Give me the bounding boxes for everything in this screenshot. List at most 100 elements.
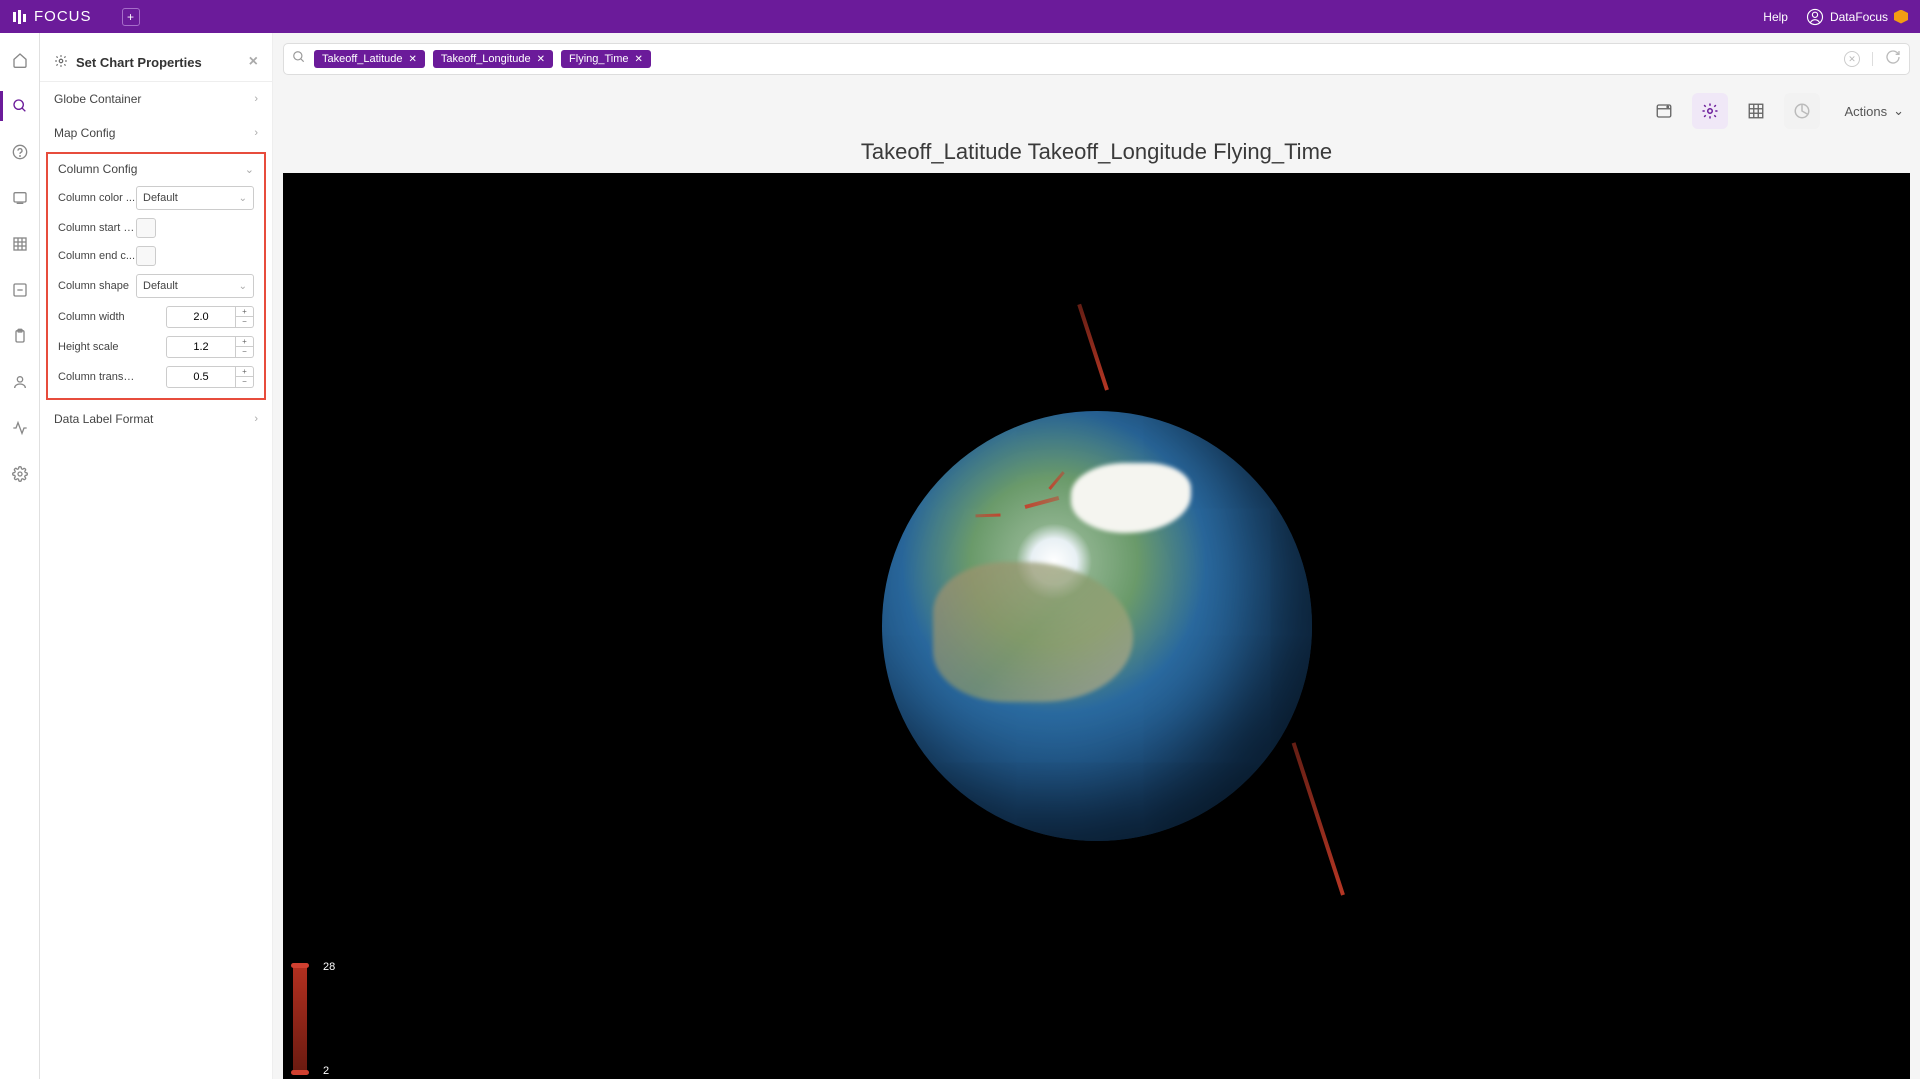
- column-shape-select[interactable]: Default ⌄: [136, 274, 254, 298]
- tool-grid[interactable]: [1738, 93, 1774, 129]
- premium-badge-icon: [1894, 10, 1908, 24]
- section-label: Globe Container: [54, 92, 141, 106]
- data-column: [1291, 742, 1344, 895]
- tool-properties[interactable]: [1692, 93, 1728, 129]
- step-down[interactable]: −: [236, 377, 254, 388]
- brand-icon: [12, 9, 28, 25]
- search-pill[interactable]: Takeoff_Latitude ✕: [314, 50, 425, 68]
- content-area: Takeoff_Latitude ✕ Takeoff_Longitude ✕ Fly…: [273, 33, 1920, 1079]
- properties-panel: Set Chart Properties × Globe Container ›…: [40, 33, 273, 1079]
- field-label: Column end c...: [58, 250, 136, 262]
- pill-remove-icon[interactable]: ✕: [537, 54, 545, 65]
- field-label: Column start c...: [58, 222, 136, 234]
- select-value: Default: [143, 192, 178, 204]
- legend-cap: [291, 1070, 309, 1075]
- pill-text: Flying_Time: [569, 53, 629, 65]
- chevron-right-icon: ›: [254, 93, 258, 105]
- section-label: Map Config: [54, 126, 115, 140]
- data-column: [1077, 304, 1109, 391]
- field-column-shape: Column shape Default ⌄: [48, 270, 264, 302]
- chevron-down-icon: ⌄: [245, 163, 254, 176]
- column-config-highlight: Column Config ⌄ Column color ... Default…: [46, 152, 266, 400]
- step-up[interactable]: +: [236, 336, 254, 347]
- end-color-swatch[interactable]: [136, 246, 156, 266]
- caret-down-icon: ⌄: [239, 193, 247, 204]
- field-column-color: Column color ... Default ⌄: [48, 182, 264, 214]
- clear-search-button[interactable]: ✕: [1844, 51, 1860, 67]
- search-bar[interactable]: Takeoff_Latitude ✕ Takeoff_Longitude ✕ Fly…: [283, 43, 1910, 75]
- field-label: Column shape: [58, 280, 136, 292]
- field-column-end-color: Column end c...: [48, 242, 264, 270]
- step-down[interactable]: −: [236, 347, 254, 358]
- nav-settings[interactable]: [11, 465, 29, 483]
- nav-help[interactable]: [11, 143, 29, 161]
- search-pill[interactable]: Takeoff_Longitude ✕: [433, 50, 553, 68]
- chevron-right-icon: ›: [254, 127, 258, 139]
- gear-icon: [54, 54, 68, 71]
- section-label: Column Config: [58, 162, 137, 176]
- color-legend: 28 2: [293, 965, 307, 1073]
- nav-clipboard[interactable]: [11, 327, 29, 345]
- pill-text: Takeoff_Longitude: [441, 53, 531, 65]
- column-width-input[interactable]: [166, 306, 236, 328]
- section-map-config[interactable]: Map Config ›: [40, 116, 272, 150]
- username: DataFocus: [1830, 10, 1888, 24]
- step-down[interactable]: −: [236, 317, 254, 328]
- user-menu[interactable]: DataFocus: [1806, 8, 1908, 26]
- step-up[interactable]: +: [236, 366, 254, 377]
- legend-bar: 28 2: [293, 965, 307, 1073]
- panel-header: Set Chart Properties ×: [40, 43, 272, 82]
- chart-title: Takeoff_Latitude Takeoff_Longitude Flyin…: [283, 139, 1910, 165]
- help-link[interactable]: Help: [1763, 10, 1788, 24]
- legend-cap: [291, 963, 309, 968]
- section-globe-container[interactable]: Globe Container ›: [40, 82, 272, 116]
- section-data-label-format[interactable]: Data Label Format ›: [40, 402, 272, 436]
- field-label: Height scale: [58, 341, 136, 353]
- actions-label: Actions: [1844, 104, 1887, 119]
- new-tab-button[interactable]: +: [122, 8, 140, 26]
- field-label: Column transp...: [58, 371, 136, 383]
- height-scale-input[interactable]: [166, 336, 236, 358]
- nav-table[interactable]: [11, 235, 29, 253]
- field-column-start-color: Column start c...: [48, 214, 264, 242]
- search-icon: [292, 50, 306, 69]
- chevron-right-icon: ›: [254, 413, 258, 425]
- brand-text: FOCUS: [34, 8, 92, 25]
- app-header: FOCUS + Help DataFocus: [0, 0, 1920, 33]
- column-transp-input[interactable]: [166, 366, 236, 388]
- section-label: Data Label Format: [54, 412, 153, 426]
- tool-chart-type[interactable]: [1784, 93, 1820, 129]
- start-color-swatch[interactable]: [136, 218, 156, 238]
- field-label: Column color ...: [58, 192, 136, 204]
- nav-minus-box[interactable]: [11, 281, 29, 299]
- field-column-transparency: Column transp... +−: [48, 362, 264, 392]
- brand-logo: FOCUS: [12, 8, 92, 25]
- section-column-config[interactable]: Column Config ⌄: [48, 154, 264, 182]
- search-pill[interactable]: Flying_Time ✕: [561, 50, 651, 68]
- nav-search[interactable]: [11, 97, 29, 115]
- field-label: Column width: [58, 311, 136, 323]
- chevron-down-icon: ⌄: [1893, 103, 1904, 119]
- select-value: Default: [143, 280, 178, 292]
- panel-title: Set Chart Properties: [76, 55, 202, 70]
- user-icon: [1806, 8, 1824, 26]
- field-column-width: Column width +−: [48, 302, 264, 332]
- pill-text: Takeoff_Latitude: [322, 53, 403, 65]
- pill-remove-icon[interactable]: ✕: [635, 54, 643, 65]
- caret-down-icon: ⌄: [239, 281, 247, 292]
- panel-close-button[interactable]: ×: [249, 53, 258, 71]
- nav-user[interactable]: [11, 373, 29, 391]
- pill-remove-icon[interactable]: ✕: [409, 54, 417, 65]
- nav-activity[interactable]: [11, 419, 29, 437]
- column-color-select[interactable]: Default ⌄: [136, 186, 254, 210]
- globe-chart[interactable]: 28 2: [283, 173, 1910, 1079]
- refresh-icon[interactable]: [1885, 49, 1901, 70]
- step-up[interactable]: +: [236, 306, 254, 317]
- actions-menu[interactable]: Actions ⌄: [1844, 103, 1904, 119]
- legend-min: 2: [323, 1065, 329, 1077]
- divider: [1872, 52, 1873, 66]
- legend-max: 28: [323, 961, 335, 973]
- nav-dashboard[interactable]: [11, 189, 29, 207]
- tool-general[interactable]: [1646, 93, 1682, 129]
- nav-home[interactable]: [11, 51, 29, 69]
